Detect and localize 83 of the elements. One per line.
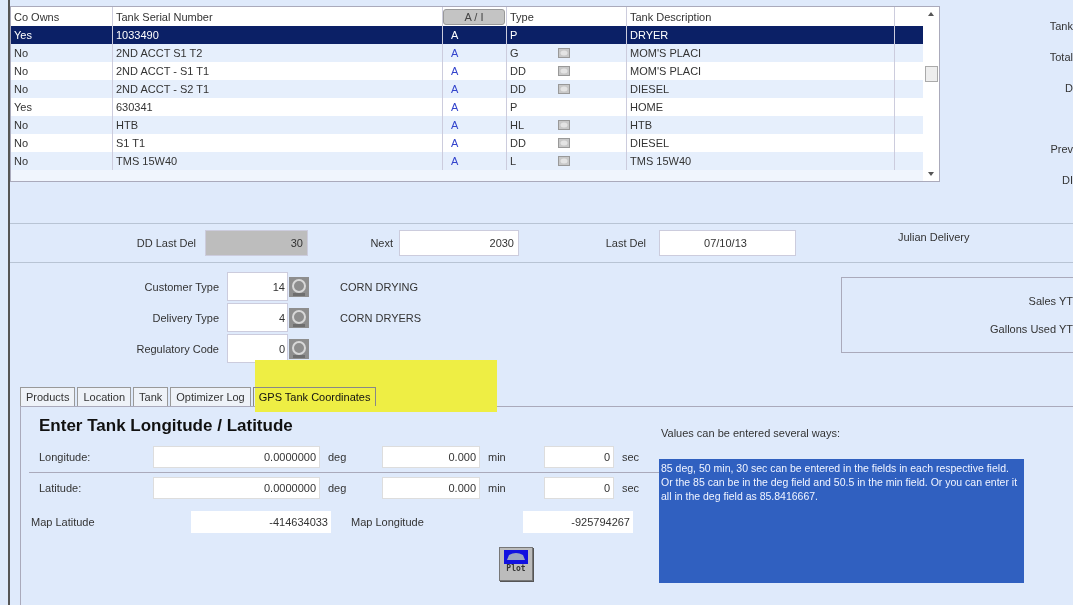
field-label: Prev [1050,143,1073,157]
note-icon[interactable] [558,48,570,58]
input-field[interactable]: 2030 [399,230,519,256]
table-cell-text: DD [509,82,527,97]
help-title: Values can be entered several ways: [661,427,841,439]
input-field[interactable]: 0 [544,477,614,499]
tab[interactable]: Location [77,387,131,406]
table-row[interactable]: No 2ND ACCT S1 T2 A G MOM'S PLACI [11,44,923,62]
field-label: Longitude: [39,451,92,463]
table-row[interactable]: Yes 630341 A P HOME [11,98,923,116]
field-label: Total [1049,51,1073,65]
note-icon[interactable] [558,66,570,76]
input-field[interactable]: 30 [205,230,308,256]
lookup-icon[interactable] [289,338,309,359]
unit-label: sec [622,451,640,463]
column-header[interactable]: A / I [443,8,505,25]
input-field[interactable]: 0 [544,446,614,468]
section-title: Enter Tank Longitude / Latitude [39,415,294,437]
table-cell: TMS 15W40 [113,152,443,170]
unit-label: min [488,482,507,494]
field-label: Sales YT [1028,295,1073,307]
table-row[interactable]: No TMS 15W40 A L TMS 15W40 [11,152,923,170]
table-cell-text: HL [509,118,526,133]
input-field[interactable]: 14 [227,272,288,301]
code-description: CORN DRYING [340,280,419,293]
plot-button[interactable]: Plot [499,547,533,581]
unit-label: deg [328,451,348,463]
input-field[interactable]: -414634033 [191,511,331,533]
input-field[interactable]: 0.000 [382,446,480,468]
tab[interactable]: Tank [133,387,169,406]
note-icon[interactable] [558,156,570,166]
input-field[interactable]: 0 [227,334,288,363]
tab[interactable]: Optimizer Log [170,387,251,406]
lookup-icon[interactable] [289,276,309,297]
table-cell-text: P [509,28,519,43]
input-field[interactable]: 4 [227,303,288,332]
field-label: Last Del [604,237,646,249]
field-label: Julian Delivery [898,231,970,243]
field-label: Gallons Used YT [990,323,1073,335]
table-row[interactable]: No S1 T1 A DD DIESEL [11,134,923,152]
table-row[interactable]: No HTB A HL HTB [11,116,923,134]
note-icon[interactable] [558,138,570,148]
scroll-thumb[interactable] [924,66,938,82]
field-label: Latitude: [39,482,83,494]
input-field[interactable]: 0.0000000 [153,477,320,499]
unit-label: deg [328,482,348,494]
help-text: 85 deg, 50 min, 30 sec can be entered in the fields in each respective field. Or the 85 can be in the deg field and 50.5 in the min field. Or you can enter it all in the deg field as 85.8416667. [659,459,1024,583]
unit-label: min [488,451,507,463]
input-field[interactable]: 0.0000000 [153,446,320,468]
field-label: D [1065,82,1073,96]
code-description: CORN DRYERS [340,311,422,324]
lookup-icon[interactable] [289,307,309,328]
field-label: Map Latitude [31,516,96,528]
scroll-up-icon[interactable] [928,12,934,16]
table-cell: No [11,152,113,170]
table-cell-text: DD [509,64,527,79]
unit-label: sec [622,482,640,494]
table-row[interactable]: Yes 1033490 A P DRYER [11,26,923,44]
field-label: Delivery Type [151,311,219,324]
table-cell: TMS 15W40 [627,152,895,170]
field-label: Next [369,237,393,249]
table-cell-text: DD [509,136,527,151]
input-field[interactable]: 07/10/13 [659,230,796,256]
scroll-down-icon[interactable] [928,172,934,176]
note-icon[interactable] [558,84,570,94]
input-field[interactable]: 0.000 [382,477,480,499]
table-cell-text: G [509,46,520,61]
table-row[interactable]: No 2ND ACCT - S2 T1 A DD DIESEL [11,80,923,98]
tab[interactable]: Products [20,387,76,406]
field-label: Customer Type [143,280,219,293]
field-label: Regulatory Code [135,342,219,355]
table-row[interactable]: No 2ND ACCT - S1 T1 A DD MOM'S PLACI [11,62,923,80]
field-label: DI [1062,174,1073,188]
note-icon[interactable] [558,120,570,130]
table-cell-text: L [509,154,518,169]
table-cell: A [443,152,507,170]
field-label: DD Last Del [135,237,196,249]
field-label: Tank [1049,20,1073,34]
column-header[interactable]: Type [507,7,547,26]
scrollbar[interactable] [923,7,939,181]
table-cell-text: P [509,100,519,115]
input-field[interactable]: -925794267 [523,511,633,533]
field-label: Map Longitude [351,516,425,528]
